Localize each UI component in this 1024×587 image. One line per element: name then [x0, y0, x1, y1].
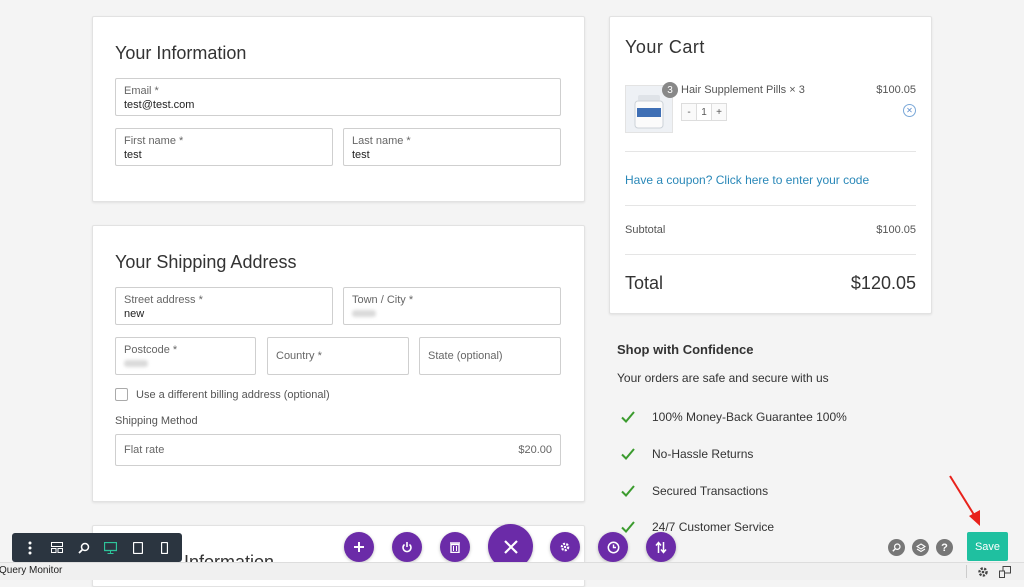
qty-minus-button[interactable]: -: [681, 103, 697, 121]
check-icon: [621, 448, 635, 460]
confidence-item: No-Hassle Returns: [620, 446, 753, 462]
responsive-icon[interactable]: [999, 565, 1011, 583]
zoom-button[interactable]: [888, 539, 905, 556]
country-label: Country *: [276, 350, 322, 362]
your-information-title: Your Information: [115, 43, 247, 63]
sort-arrows-icon: [655, 540, 667, 554]
close-icon: [503, 539, 518, 554]
state-field[interactable]: State (optional): [419, 337, 561, 375]
power-icon: [402, 542, 412, 553]
confidence-subtitle: Your orders are safe and secure with us: [617, 371, 829, 385]
cart-card: Your Cart 3 Hair Supplement Pills × 3 $1…: [609, 16, 932, 314]
billing-checkbox-row[interactable]: Use a different billing address (optiona…: [115, 388, 330, 401]
gear-icon: [560, 542, 570, 552]
help-label: ?: [941, 541, 948, 554]
postcode-field[interactable]: Postcode *: [115, 337, 256, 375]
country-field[interactable]: Country *: [267, 337, 409, 375]
confidence-item: 100% Money-Back Guarantee 100%: [620, 409, 847, 425]
town-city-blurred-value: [352, 308, 376, 320]
email-field[interactable]: Email * test@test.com: [115, 78, 561, 116]
query-monitor-link[interactable]: Query Monitor: [0, 565, 62, 576]
cart-divider-1: [625, 151, 916, 152]
cart-title: Your Cart: [625, 37, 705, 57]
qty-plus-button[interactable]: +: [711, 103, 727, 121]
email-label: Email *: [124, 85, 159, 97]
street-address-value: new: [124, 308, 145, 320]
town-city-field[interactable]: Town / City *: [343, 287, 561, 325]
annotation-arrow-icon: [949, 475, 980, 526]
save-label: Save: [974, 540, 1001, 553]
email-value: test@test.com: [124, 99, 195, 111]
billing-checkbox[interactable]: [115, 388, 128, 401]
history-button[interactable]: [598, 532, 628, 562]
check-icon: [621, 521, 635, 533]
power-button[interactable]: [392, 532, 422, 562]
cart-divider-2: [625, 205, 916, 206]
confidence-item: Secured Transactions: [620, 483, 768, 499]
delete-button[interactable]: [440, 532, 470, 562]
shipping-address-title: Your Shipping Address: [115, 252, 297, 272]
qty-input[interactable]: 1: [697, 103, 711, 121]
check-icon: [621, 411, 635, 423]
cart-divider-3: [625, 254, 916, 255]
first-name-label: First name *: [124, 135, 184, 147]
sort-button[interactable]: [646, 532, 676, 562]
confidence-item-label: 24/7 Customer Service: [652, 520, 775, 534]
shipping-method-option[interactable]: Flat rate $20.00: [115, 434, 561, 466]
confidence-item: 24/7 Customer Service: [620, 519, 774, 535]
more-menu-icon[interactable]: [21, 539, 39, 557]
add-element-button[interactable]: [344, 532, 374, 562]
mobile-view-icon[interactable]: [156, 539, 174, 557]
settings-button[interactable]: [550, 532, 580, 562]
check-icon: [621, 485, 635, 497]
last-name-label: Last name *: [352, 135, 411, 147]
state-label: State (optional): [428, 350, 503, 362]
last-name-value: test: [352, 149, 370, 161]
subtotal-label: Subtotal: [625, 224, 666, 236]
shipping-method-name: Flat rate: [124, 444, 165, 456]
remove-item-icon[interactable]: ✕: [903, 104, 916, 117]
total-label: Total: [625, 273, 664, 293]
desktop-view-icon[interactable]: [102, 539, 120, 557]
item-quantity-badge: 3: [662, 82, 678, 98]
billing-checkbox-label: Use a different billing address (optiona…: [136, 388, 330, 401]
total-value: $120.05: [850, 273, 916, 293]
postcode-blurred-value: [124, 358, 148, 370]
confidence-item-label: No-Hassle Returns: [652, 447, 754, 461]
builder-toolbar: [12, 533, 182, 562]
town-city-label: Town / City *: [352, 294, 414, 306]
help-button[interactable]: ?: [936, 539, 953, 556]
confidence-title: Shop with Confidence: [617, 342, 754, 357]
plus-icon: [354, 542, 364, 552]
item-name: Hair Supplement Pills × 3: [681, 84, 805, 96]
search-icon: [892, 543, 901, 552]
coupon-link[interactable]: Have a coupon? Click here to enter your …: [625, 173, 869, 187]
layout-icon[interactable]: [48, 539, 66, 557]
layers-icon: [915, 542, 926, 552]
shipping-address-card: Your Shipping Address Street address * n…: [92, 225, 585, 502]
subtotal-value: $100.05: [876, 224, 916, 236]
status-bar: Query Monitor: [0, 562, 1024, 580]
shipping-method-label: Shipping Method: [115, 415, 198, 427]
confidence-item-label: Secured Transactions: [652, 484, 769, 498]
clock-icon: [607, 541, 619, 553]
tablet-view-icon[interactable]: [129, 539, 147, 557]
shipping-method-price: $20.00: [518, 444, 552, 456]
save-button[interactable]: Save: [967, 532, 1008, 561]
confidence-item-label: 100% Money-Back Guarantee 100%: [652, 410, 847, 424]
postcode-label: Postcode *: [124, 344, 178, 356]
street-address-label: Street address *: [124, 294, 203, 306]
item-price: $100.05: [876, 84, 916, 96]
street-address-field[interactable]: Street address * new: [115, 287, 333, 325]
settings-icon[interactable]: [977, 565, 989, 583]
your-information-card: Your Information Email * test@test.com F…: [92, 16, 585, 202]
search-icon[interactable]: [75, 539, 93, 557]
first-name-value: test: [124, 149, 142, 161]
last-name-field[interactable]: Last name * test: [343, 128, 561, 166]
quantity-stepper[interactable]: - 1 +: [681, 103, 727, 121]
status-divider: [966, 565, 967, 578]
trash-icon: [450, 542, 460, 553]
layers-button[interactable]: [912, 539, 929, 556]
first-name-field[interactable]: First name * test: [115, 128, 333, 166]
